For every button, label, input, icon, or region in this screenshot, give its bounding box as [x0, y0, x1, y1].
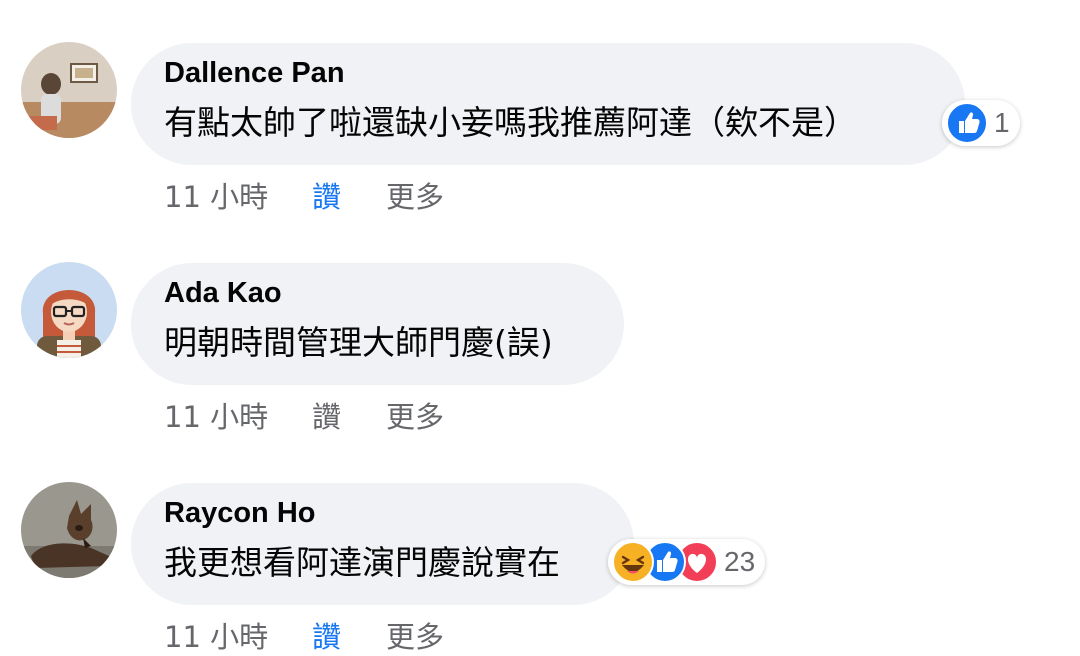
comment-author[interactable]: Ada Kao [164, 277, 282, 310]
like-icon [946, 102, 988, 144]
comment-author[interactable]: Dallence Pan [164, 57, 345, 90]
comment-author[interactable]: Raycon Ho [164, 497, 315, 530]
comment-timestamp[interactable]: 11 小時 [164, 394, 268, 436]
more-button[interactable]: 更多 [386, 174, 444, 216]
comment-text: 有點太帥了啦還缺小妾嗎我推薦阿達（欸不是） [164, 103, 857, 142]
comment-timestamp[interactable]: 11 小時 [164, 614, 268, 656]
avatar[interactable] [21, 482, 117, 578]
reaction-count: 1 [994, 107, 1010, 138]
comment-text: 我更想看阿達演門慶說實在 [164, 543, 560, 582]
avatar[interactable] [21, 42, 117, 138]
reaction-count: 23 [724, 546, 756, 577]
comment-bubble: Ada Kao 明朝時間管理大師門慶(誤) [131, 263, 624, 385]
haha-icon [612, 541, 654, 583]
like-button[interactable]: 讚 [312, 394, 341, 436]
reaction-summary[interactable]: 1 [942, 100, 1020, 146]
avatar[interactable] [21, 262, 117, 358]
more-button[interactable]: 更多 [386, 614, 444, 656]
comment-bubble: Dallence Pan 有點太帥了啦還缺小妾嗎我推薦阿達（欸不是） [131, 43, 965, 165]
comment-text: 明朝時間管理大師門慶(誤) [164, 323, 553, 362]
comment-timestamp[interactable]: 11 小時 [164, 174, 268, 216]
like-button[interactable]: 讚 [312, 614, 341, 656]
reaction-summary[interactable]: 23 [608, 539, 766, 585]
more-button[interactable]: 更多 [386, 394, 444, 436]
comment-bubble: Raycon Ho 我更想看阿達演門慶說實在 [131, 483, 634, 605]
like-button[interactable]: 讚 [312, 174, 341, 216]
